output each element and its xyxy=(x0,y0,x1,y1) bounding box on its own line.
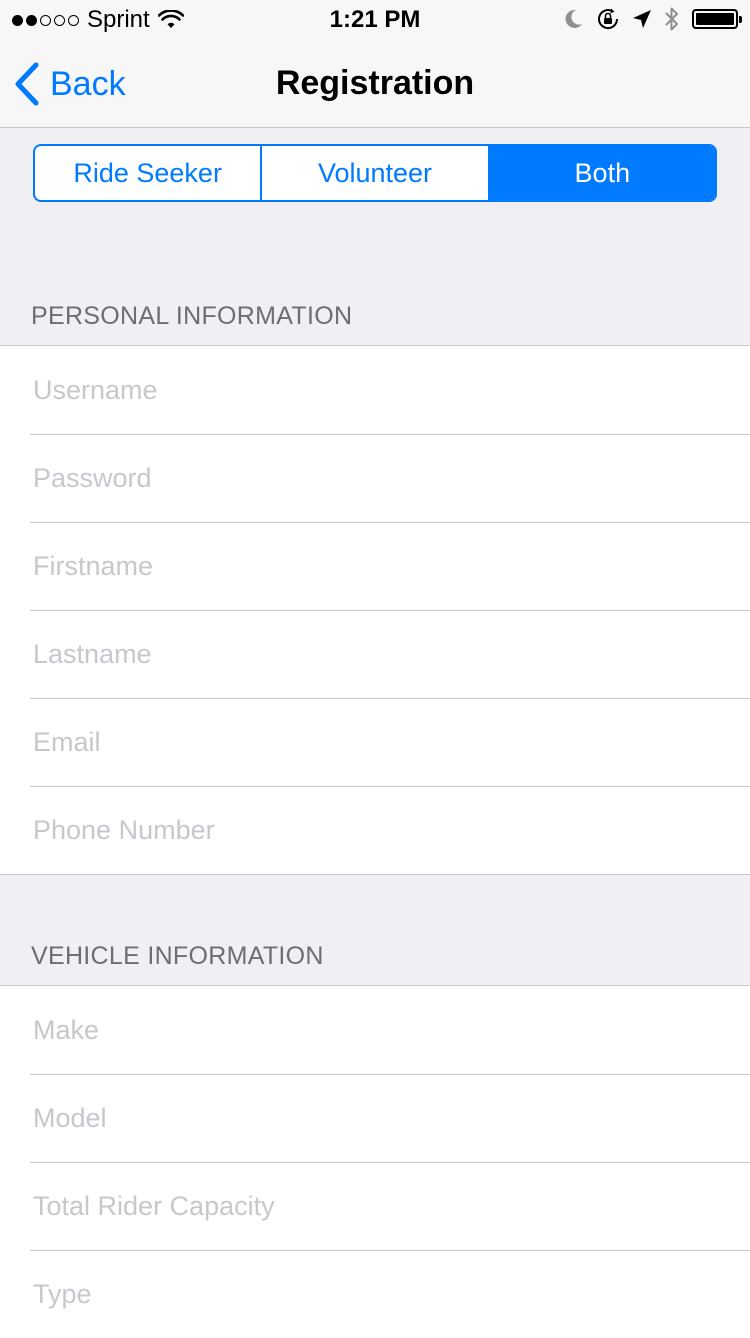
navigation-bar: Back Registration xyxy=(0,40,750,128)
moon-icon xyxy=(565,9,582,28)
segment-both[interactable]: Both xyxy=(487,146,715,200)
form-row xyxy=(0,522,750,610)
model-field[interactable] xyxy=(33,1074,723,1162)
role-segmented-control: Ride Seeker Volunteer Both xyxy=(33,144,717,202)
total-rider-capacity-field[interactable] xyxy=(33,1162,723,1250)
vehicle-information-group xyxy=(0,985,750,1338)
password-field[interactable] xyxy=(33,434,723,522)
form-row xyxy=(0,610,750,698)
form-row xyxy=(0,698,750,786)
form-row xyxy=(0,986,750,1074)
form-row xyxy=(0,1074,750,1162)
bluetooth-icon xyxy=(665,7,678,31)
personal-information-header: PERSONAL INFORMATION xyxy=(31,302,353,330)
phone-number-field[interactable] xyxy=(33,786,723,874)
battery-fill xyxy=(696,13,734,25)
username-field[interactable] xyxy=(33,346,723,434)
form-row xyxy=(0,346,750,434)
segment-volunteer[interactable]: Volunteer xyxy=(260,146,487,200)
battery-icon xyxy=(692,9,742,29)
form-row xyxy=(0,786,750,874)
form-row xyxy=(0,1250,750,1338)
firstname-field[interactable] xyxy=(33,522,723,610)
make-field[interactable] xyxy=(33,986,723,1074)
page-title: Registration xyxy=(275,64,475,102)
location-arrow-icon xyxy=(633,10,651,28)
status-right xyxy=(564,6,742,32)
status-bar: Sprint 1:21 PM xyxy=(0,0,750,40)
email-field[interactable] xyxy=(33,698,723,786)
form-row xyxy=(0,1162,750,1250)
segment-ride-seeker[interactable]: Ride Seeker xyxy=(35,146,260,200)
type-field[interactable] xyxy=(33,1250,723,1338)
lastname-field[interactable] xyxy=(33,610,723,698)
vehicle-information-header: VEHICLE INFORMATION xyxy=(31,942,324,970)
orientation-lock-icon xyxy=(598,8,619,30)
form-row xyxy=(0,434,750,522)
personal-information-group xyxy=(0,345,750,875)
